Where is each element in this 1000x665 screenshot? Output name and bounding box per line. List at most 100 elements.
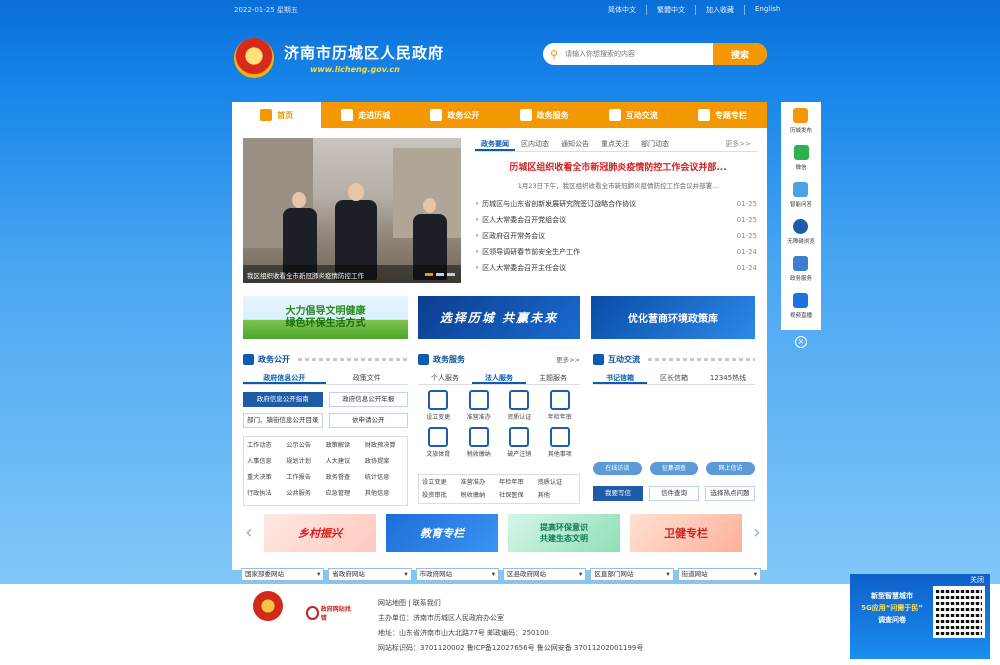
slider-dot[interactable] <box>425 273 433 276</box>
search-button[interactable]: 搜索 <box>713 43 767 65</box>
topic-card-education[interactable]: 教育专栏 <box>386 514 498 552</box>
nav-about[interactable]: 走进历城 <box>321 102 410 128</box>
sidebar-item-qa[interactable]: 智能问答 <box>790 182 812 219</box>
topic-card-rural[interactable]: 乡村振兴 <box>264 514 376 552</box>
svc-item[interactable]: 年检年审 <box>540 390 581 421</box>
tab-gk-policy[interactable]: 政策文件 <box>326 373 409 384</box>
gk-annual-report-button[interactable]: 政府信息公开年报 <box>328 392 408 407</box>
footer-links[interactable]: 网站地图 | 联系我们 <box>378 596 643 611</box>
gk-link[interactable]: 政策解读 <box>326 439 365 455</box>
nav-open-gov[interactable]: 政务公开 <box>410 102 499 128</box>
nav-interaction[interactable]: 互动交流 <box>589 102 678 128</box>
select-county[interactable]: 区县政府网站 ▾ <box>502 568 587 581</box>
site-title[interactable]: 济南市历城区人民政府 <box>284 42 444 63</box>
topic-card-environment[interactable]: 提高环保意识 共建生态文明 <box>508 514 620 552</box>
banner-choose-licheng[interactable]: 选择历城 共赢未来 <box>418 296 580 339</box>
svc-link[interactable]: 投资审批 <box>422 489 461 502</box>
news-more-link[interactable]: 更多>> <box>719 138 757 151</box>
tag-petition[interactable]: 网上信访 <box>706 462 756 475</box>
write-letter-button[interactable]: 我要写信 <box>593 486 643 501</box>
carousel-next-icon[interactable]: › <box>750 522 764 544</box>
news-headline[interactable]: 历城区组织收看全市新冠肺炎疫情防控工作会议并部... <box>478 160 758 173</box>
list-item[interactable]: 区领导调研春节前安全生产工作01-24 <box>475 245 757 261</box>
survey-float[interactable]: 关闭 新型智慧城市 5G应用“问需于民” 调查问卷 <box>850 574 990 659</box>
gk-link[interactable]: 公示公告 <box>286 439 325 455</box>
gk-link[interactable]: 政协提案 <box>365 455 404 471</box>
svc-item[interactable]: 资质认证 <box>499 390 540 421</box>
list-item[interactable]: 区人大常委会召开主任会议01-24 <box>475 261 757 277</box>
svc-link[interactable]: 税收缴纳 <box>461 489 500 502</box>
gk-link[interactable]: 财政预决算 <box>365 439 404 455</box>
svc-item[interactable]: 设立变更 <box>418 390 459 421</box>
link-simplified[interactable]: 简体中文 <box>598 5 646 15</box>
gk-link[interactable]: 公共服务 <box>286 487 325 503</box>
gk-link[interactable]: 应急管理 <box>326 487 365 503</box>
gov-error-report-logo[interactable]: 政府网站找错 <box>306 602 352 624</box>
tab-district-news[interactable]: 区内动态 <box>515 138 555 151</box>
list-item[interactable]: 区政府召开常务会议01-25 <box>475 229 757 245</box>
select-street[interactable]: 街道网站 ▾ <box>677 568 761 581</box>
gk-guide-button[interactable]: 政府信息公开指南 <box>243 392 323 407</box>
sidebar-item-video[interactable]: 视频直播 <box>790 293 812 330</box>
sidebar-item-release[interactable]: 历城发布 <box>790 108 812 145</box>
tab-svc-personal[interactable]: 个人服务 <box>418 373 472 384</box>
svc-item[interactable]: 文旅体育 <box>418 427 459 458</box>
select-province[interactable]: 省政府网站 ▾ <box>328 568 412 581</box>
tab-svc-theme[interactable]: 主题服务 <box>526 373 580 384</box>
slider-dot[interactable] <box>436 273 444 276</box>
nav-topics[interactable]: 专题专栏 <box>678 102 767 128</box>
hot-issue-button[interactable]: 选择热点问题 <box>705 486 755 501</box>
svc-link[interactable]: 设立变更 <box>422 476 461 489</box>
gk-apply-button[interactable]: 依申请公开 <box>328 413 408 428</box>
nav-home[interactable]: 首页 <box>232 102 322 128</box>
gk-link[interactable]: 政务督查 <box>326 471 365 487</box>
link-favorite[interactable]: 加入收藏 <box>695 5 744 15</box>
topic-card-health[interactable]: 卫健专栏 <box>630 514 742 552</box>
letter-query-button[interactable]: 信件查询 <box>649 486 699 501</box>
gk-link[interactable]: 其他信息 <box>365 487 404 503</box>
carousel-prev-icon[interactable]: ‹ <box>242 522 256 544</box>
nav-services[interactable]: 政务服务 <box>500 102 589 128</box>
gk-link[interactable]: 工作动态 <box>247 439 286 455</box>
link-english[interactable]: English <box>744 5 790 15</box>
gk-link[interactable]: 工作报告 <box>286 471 325 487</box>
tab-hd-hotline[interactable]: 12345热线 <box>701 373 755 384</box>
tab-notices[interactable]: 通知公告 <box>555 138 595 151</box>
sidebar-close-icon[interactable]: × <box>795 336 807 348</box>
svc-link[interactable]: 社保医保 <box>499 489 538 502</box>
gk-link[interactable]: 人大建议 <box>326 455 365 471</box>
tab-gov-news[interactable]: 政务要闻 <box>475 138 515 151</box>
svc-link[interactable]: 资质认证 <box>538 476 577 489</box>
search-input[interactable] <box>565 43 713 65</box>
tab-svc-legal[interactable]: 法人服务 <box>472 373 526 384</box>
slider-dot[interactable] <box>447 273 455 276</box>
select-dept[interactable]: 区直部门网站 ▾ <box>590 568 674 581</box>
svc-item[interactable]: 破产注销 <box>499 427 540 458</box>
list-item[interactable]: 区人大常委会召开党组会议01-25 <box>475 213 757 229</box>
tab-dept-news[interactable]: 部门动态 <box>635 138 675 151</box>
tab-gk-info[interactable]: 政府信息公开 <box>243 373 326 384</box>
gk-link[interactable]: 重大决策 <box>247 471 286 487</box>
svc-link[interactable]: 其他 <box>538 489 577 502</box>
gk-link[interactable]: 行政执法 <box>247 487 286 503</box>
svc-item[interactable]: 准营准办 <box>459 390 500 421</box>
gk-catalog-button[interactable]: 部门、镇街信息公开目录 <box>243 413 323 428</box>
select-national[interactable]: 国家部委网站 ▾ <box>241 568 325 581</box>
svc-item[interactable]: 税收缴纳 <box>459 427 500 458</box>
banner-civilization[interactable]: 大力倡导文明健康 绿色环保生活方式 <box>243 296 408 339</box>
tab-focus[interactable]: 重点关注 <box>595 138 635 151</box>
gk-link[interactable]: 统计信息 <box>365 471 404 487</box>
svc-link[interactable]: 年检年审 <box>499 476 538 489</box>
tag-survey[interactable]: 征集调查 <box>649 462 699 475</box>
svc-item[interactable]: 其他事项 <box>540 427 581 458</box>
link-traditional[interactable]: 繁體中文 <box>646 5 695 15</box>
party-gov-logo-icon[interactable] <box>253 591 283 621</box>
sidebar-item-service[interactable]: 政务服务 <box>790 256 812 293</box>
list-item[interactable]: 历城区与山东省创新发展研究院签订战略合作协议01-25 <box>475 197 757 213</box>
tab-hd-mayor[interactable]: 区长信箱 <box>647 373 701 384</box>
gk-link[interactable]: 人事信息 <box>247 455 286 471</box>
tag-online-interview[interactable]: 在线访谈 <box>593 462 642 475</box>
sidebar-item-wechat[interactable]: 微信 <box>793 145 809 182</box>
banner-business-policy[interactable]: 优化营商环境政策库 <box>591 296 755 339</box>
float-close-button[interactable]: 关闭 <box>970 575 984 585</box>
